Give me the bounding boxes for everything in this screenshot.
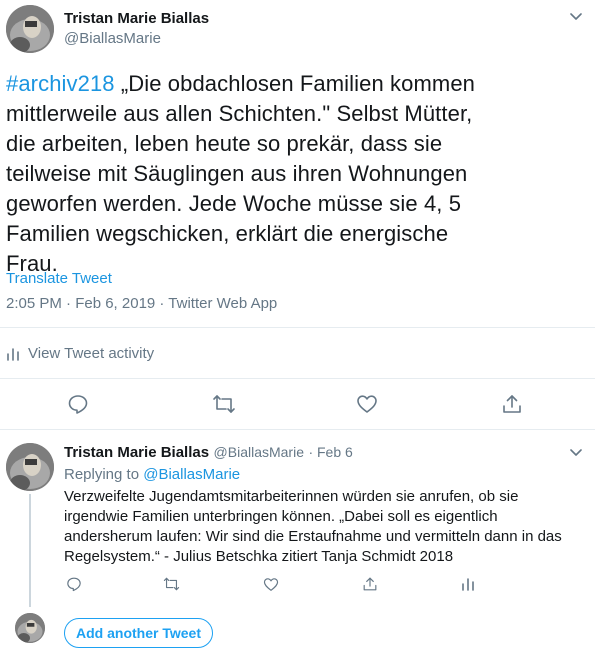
replying-to: Replying to @BiallasMarie [64,466,240,483]
chevron-down-icon[interactable] [566,444,586,462]
like-button[interactable] [261,574,281,594]
divider [0,429,595,430]
view-tweet-activity-label: View Tweet activity [28,345,155,362]
view-tweet-activity[interactable]: View Tweet activity [6,345,154,362]
reply-button[interactable] [64,390,92,418]
compose-avatar[interactable] [15,613,45,643]
like-icon [263,577,279,591]
retweet-icon [213,395,235,413]
add-another-tweet-button[interactable]: Add another Tweet [64,618,213,648]
like-button[interactable] [353,390,381,418]
main-tweet-author-handle[interactable]: @BiallasMarie [64,30,161,47]
divider [0,327,595,328]
analytics-button[interactable] [458,574,478,594]
analytics-icon [462,578,474,591]
reply-button[interactable] [64,574,84,594]
hashtag-link[interactable]: #archiv218 [6,71,115,96]
chevron-down-icon[interactable] [566,8,586,26]
translate-tweet-link[interactable]: Translate Tweet [6,270,112,287]
thread-connector-line [29,494,31,607]
reply-tweet-avatar[interactable] [6,443,54,491]
reply-tweet-text: Verzweifelte Jugendamtsmitarbeiterinnen … [64,488,562,565]
replying-to-prefix: Replying to [64,466,144,483]
retweet-button[interactable] [161,574,181,594]
main-tweet-avatar[interactable] [6,5,54,53]
share-icon [363,577,377,591]
replying-to-handle[interactable]: @BiallasMarie [143,466,240,483]
reply-icon [68,395,88,414]
reply-tweet-header: Tristan Marie Biallas @BiallasMarie · Fe… [64,444,353,462]
reply-tweet-author-handle[interactable]: @BiallasMarie [214,444,304,460]
share-icon [503,395,521,413]
reply-tweet-date[interactable]: · Feb 6 [308,444,352,460]
main-tweet-author-name[interactable]: Tristan Marie Biallas [64,10,209,27]
retweet-icon [163,577,179,591]
reply-icon [67,577,81,592]
share-button[interactable] [498,390,526,418]
retweet-button[interactable] [210,390,238,418]
like-icon [357,395,377,413]
share-button[interactable] [360,574,380,594]
divider [0,378,595,379]
main-tweet-text: #archiv218 „Die obdachlosen Familien kom… [6,69,506,279]
reply-tweet-author-name[interactable]: Tristan Marie Biallas [64,444,209,461]
tweet-timestamp[interactable]: 2:05 PM · Feb 6, 2019 · Twitter Web App [6,295,277,312]
main-tweet-body: „Die obdachlosen Familien kommen mittler… [6,71,475,276]
analytics-icon [6,347,20,361]
